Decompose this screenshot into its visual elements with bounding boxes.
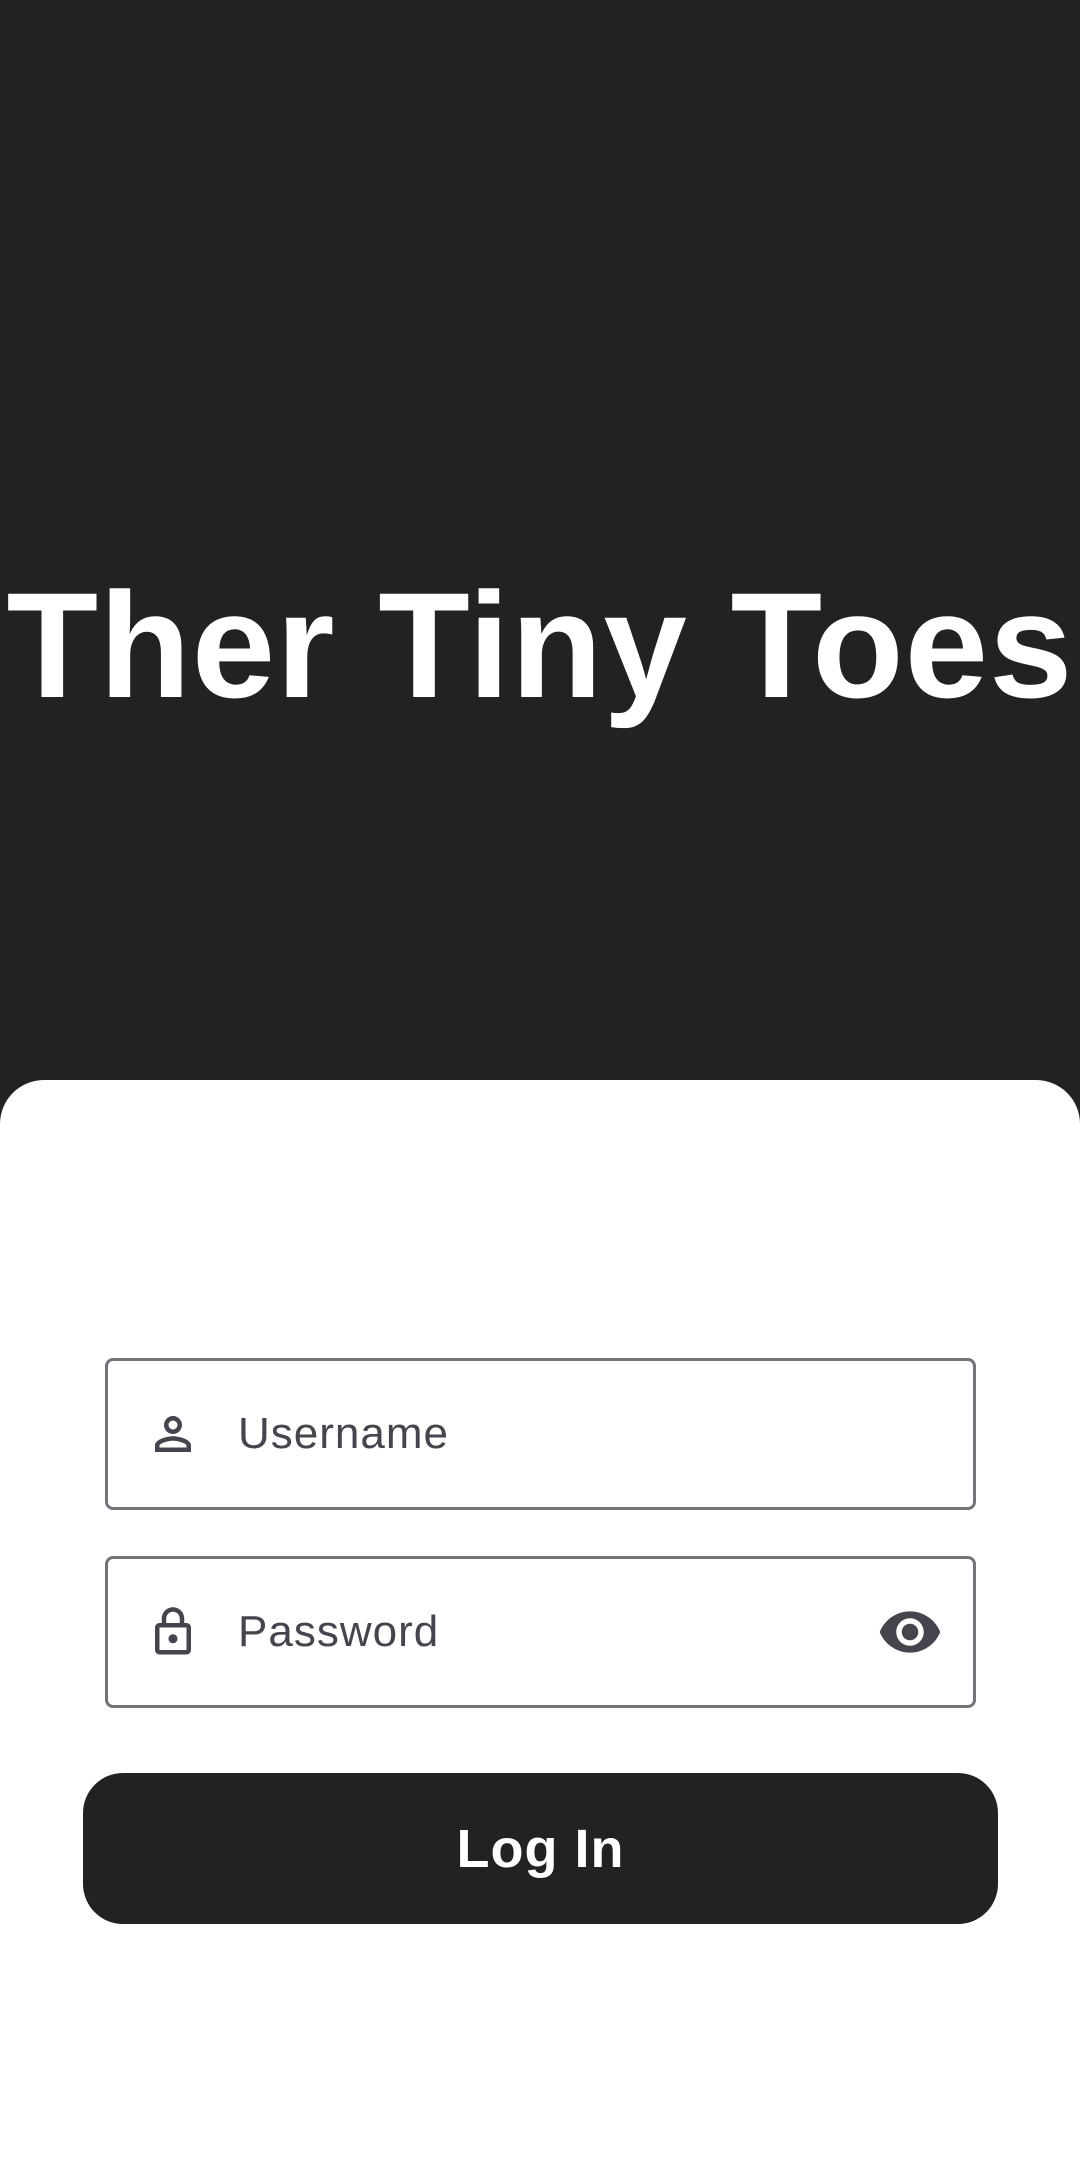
login-screen: Ther Tiny Toes Log In (0, 0, 1080, 2160)
person-icon (146, 1407, 200, 1461)
login-sheet: Log In (0, 1080, 1080, 2160)
username-field[interactable] (105, 1358, 976, 1510)
login-button[interactable]: Log In (83, 1773, 998, 1924)
eye-icon[interactable] (877, 1599, 943, 1665)
password-input[interactable] (238, 1559, 838, 1705)
password-field[interactable] (105, 1556, 976, 1708)
header: Ther Tiny Toes (0, 0, 1080, 1080)
lock-icon (146, 1605, 200, 1659)
username-input[interactable] (238, 1361, 838, 1507)
app-title: Ther Tiny Toes (6, 561, 1074, 729)
